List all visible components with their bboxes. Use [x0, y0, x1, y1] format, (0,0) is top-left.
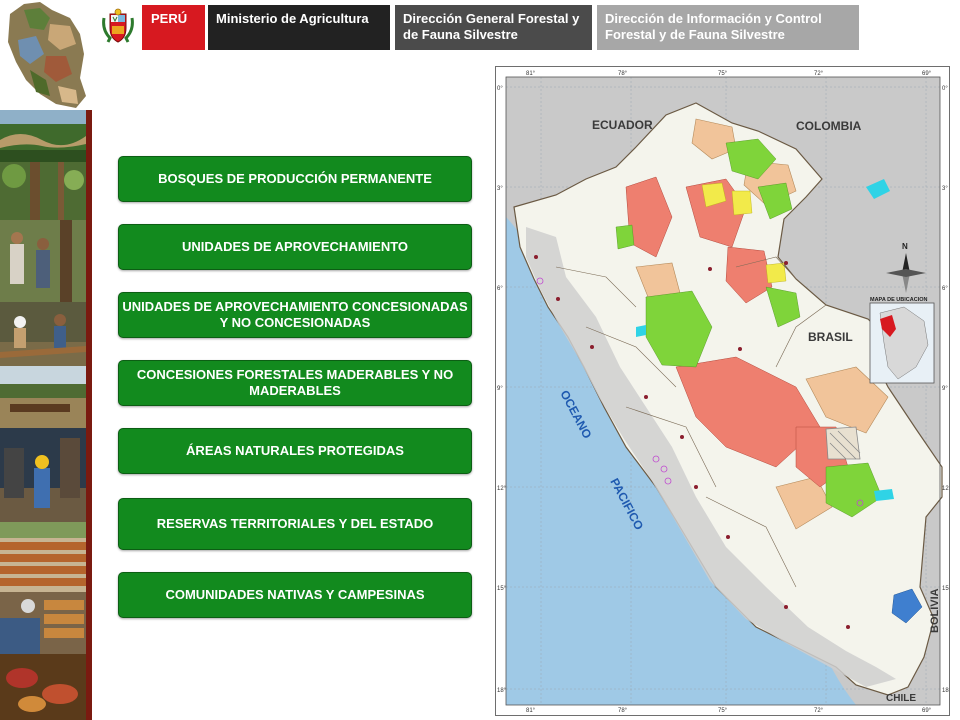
latitude-ticks-left: 0° 3° 6° 9° 12° 15° 18° [497, 86, 507, 694]
btn-harvest-units[interactable]: UNIDADES DE APROVECHAMIENTO [118, 224, 472, 270]
longitude-tick-label: 75° [718, 71, 728, 77]
latitude-tick-label: 18° [497, 688, 507, 694]
sawmill-workers-photo [0, 428, 86, 522]
label-brasil: BRASIL [808, 330, 853, 344]
logging-crew-photo [0, 302, 86, 366]
longitude-tick-label: 78° [618, 708, 628, 714]
label-colombia: COLOMBIA [796, 119, 862, 133]
btn-permanent-production-forests[interactable]: BOSQUES DE PRODUCCIÓN PERMANENTE [118, 156, 472, 202]
latitude-ticks-right: 0° 3° 6° 9° 12° 15° 18° [942, 86, 949, 694]
header-directorate: Dirección General Forestal y de Fauna Si… [395, 5, 592, 50]
btn-territorial-reserves[interactable]: RESERVAS TERRITORIALES Y DEL ESTADO [118, 498, 472, 550]
field-workers-photo [0, 220, 86, 302]
header-ministry: Ministerio de Agricultura [208, 5, 390, 50]
river-photo [0, 110, 86, 162]
latitude-tick-label: 3° [942, 186, 948, 192]
latitude-tick-label: 3° [497, 186, 503, 192]
longitude-tick-label: 81° [526, 708, 536, 714]
btn-native-communities[interactable]: COMUNIDADES NATIVAS Y CAMPESINAS [118, 572, 472, 618]
longitude-tick-label: 72° [814, 71, 824, 77]
latitude-tick-label: 6° [942, 286, 948, 292]
river-boat-photo [0, 366, 86, 428]
label-ecuador: ECUADOR [592, 118, 653, 132]
header-office: Dirección de Información y Control Fores… [597, 5, 859, 50]
latitude-tick-label: 0° [497, 86, 503, 92]
left-strip-edge [86, 110, 92, 720]
latitude-tick-label: 0° [942, 86, 948, 92]
svg-text:MAPA DE UBICACION: MAPA DE UBICACION [870, 297, 927, 303]
lumber-yard-photo [0, 592, 86, 654]
location-inset-map: MAPA DE UBICACION [869, 297, 935, 384]
latitude-tick-label: 9° [497, 386, 503, 392]
latitude-tick-label: 6° [497, 286, 503, 292]
latitude-tick-label: 9° [942, 386, 948, 392]
header-country: PERÚ [142, 5, 205, 50]
hatched-areas [825, 426, 861, 460]
btn-harvest-units-concessions[interactable]: UNIDADES DE APROVECHAMIENTO CONCESIONADA… [118, 292, 472, 338]
longitude-tick-label: 81° [526, 71, 536, 77]
latitude-tick-label: 12° [942, 486, 949, 492]
forest-map-canvas: ECUADOR COLOMBIA BRASIL BOLIVIA CHILE OC… [497, 71, 949, 714]
longitude-tick-label: 69° [922, 71, 932, 77]
btn-protected-areas[interactable]: ÁREAS NATURALES PROTEGIDAS [118, 428, 472, 474]
latitude-tick-label: 12° [497, 486, 507, 492]
latitude-tick-label: 18° [942, 688, 949, 694]
longitude-ticks-top: 81° 78° 75° 72° 69° [526, 71, 932, 77]
forest-map: ECUADOR COLOMBIA BRASIL BOLIVIA CHILE OC… [495, 66, 950, 716]
crafts-photo [0, 654, 86, 720]
latitude-tick-label: 15° [497, 586, 507, 592]
longitude-tick-label: 78° [618, 71, 628, 77]
forest-photo [0, 162, 86, 220]
latitude-tick-label: 15° [942, 586, 949, 592]
btn-forest-concessions[interactable]: CONCESIONES FORESTALES MADERABLES Y NO M… [118, 360, 472, 406]
longitude-tick-label: 69° [922, 708, 932, 714]
peru-photo-collage [0, 0, 92, 110]
longitude-ticks-bottom: 81° 78° 75° 72° 69° [526, 708, 932, 714]
label-bolivia: BOLIVIA [929, 588, 941, 633]
longitude-tick-label: 72° [814, 708, 824, 714]
svg-text:N: N [902, 242, 908, 251]
longitude-tick-label: 75° [718, 708, 728, 714]
label-chile: CHILE [886, 693, 916, 704]
coat-of-arms-icon [100, 8, 136, 46]
timber-stack-photo [0, 522, 86, 592]
